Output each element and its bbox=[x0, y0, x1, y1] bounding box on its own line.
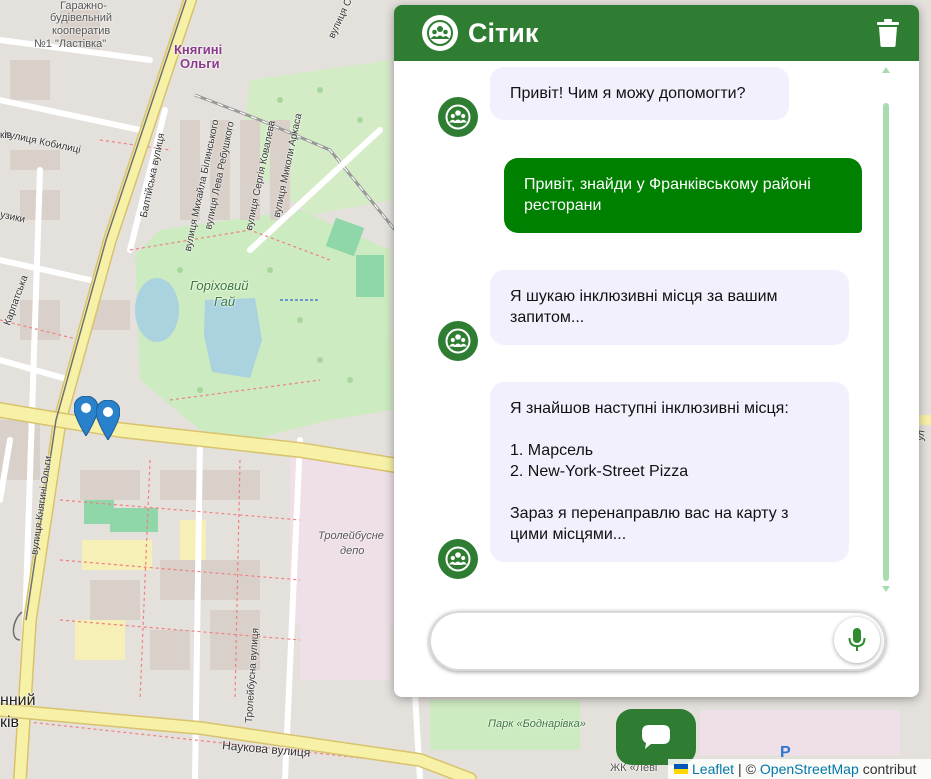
map-label-coop: кооператив bbox=[52, 25, 111, 37]
map-label-street: ків bbox=[0, 130, 12, 141]
chat-title: Сітик bbox=[468, 17, 539, 48]
message-line: Я знайшов наступні інклюзивні місця: bbox=[510, 400, 789, 417]
bot-avatar-icon bbox=[438, 321, 478, 361]
chat-input-container bbox=[429, 611, 886, 671]
map-label-coop: №1 "Ластівка" bbox=[34, 38, 107, 50]
chat-header: Сітик bbox=[394, 5, 919, 61]
map-label-district: нний bbox=[0, 692, 36, 709]
map-label-depot: депо bbox=[340, 545, 365, 557]
map-label-district: ків bbox=[0, 714, 20, 731]
leaflet-link[interactable]: Leaflet bbox=[692, 761, 734, 777]
chat-input[interactable] bbox=[447, 623, 831, 661]
message-line: 2. New-York-Street Pizza bbox=[510, 463, 689, 480]
chat-panel: Сітик Привіт! Чим я можу допомогти? Прив… bbox=[394, 5, 919, 697]
attribution-separator: | © bbox=[738, 761, 756, 777]
map-attribution: Leaflet | © OpenStreetMap contribut bbox=[668, 759, 931, 779]
message-list[interactable]: Привіт! Чим я можу допомогти? Привіт, зн… bbox=[394, 61, 919, 601]
scroll-up-arrow-icon[interactable] bbox=[882, 67, 890, 73]
map-label-kniahyni: Ольги bbox=[180, 56, 220, 71]
microphone-icon[interactable] bbox=[834, 617, 880, 663]
map-label-kniahyni: Княгині bbox=[174, 42, 223, 57]
bot-message: Привіт! Чим я можу допомогти? bbox=[490, 67, 789, 120]
message-line: Зараз я перенаправлю вас на карту з цими… bbox=[510, 505, 789, 543]
open-chat-button[interactable] bbox=[616, 709, 696, 765]
trash-icon[interactable] bbox=[873, 18, 903, 48]
message-line-blank bbox=[510, 482, 829, 503]
map-label-park: Гай bbox=[214, 294, 236, 309]
map-label-coop: будівельний bbox=[50, 12, 113, 24]
user-message: Привіт, знайди у Франківському районі ре… bbox=[504, 158, 862, 233]
message-text: Привіт, знайди у Франківському районі ре… bbox=[524, 176, 811, 214]
chat-bubble-icon bbox=[642, 725, 670, 749]
message-line: 1. Марсель bbox=[510, 442, 594, 459]
message-line-blank bbox=[510, 419, 829, 440]
map-label-park-bodnarivka: Парк «Боднарівка» bbox=[488, 718, 586, 730]
bot-message: Я знайшов наступні інклюзивні місця: 1. … bbox=[490, 382, 849, 562]
openstreetmap-link[interactable]: OpenStreetMap bbox=[760, 761, 859, 777]
ukraine-flag-icon bbox=[674, 764, 688, 774]
scroll-down-arrow-icon[interactable] bbox=[882, 586, 890, 592]
attribution-suffix: contribut bbox=[862, 761, 917, 777]
bot-avatar-icon bbox=[438, 539, 478, 579]
map-label-park: Горіховий bbox=[190, 278, 249, 293]
map-label-coop: Гаражно- bbox=[60, 0, 107, 12]
map-marker-pin-icon[interactable] bbox=[74, 396, 98, 436]
map-label-depot: Тролейбусне bbox=[318, 530, 384, 542]
people-group-icon bbox=[422, 15, 458, 51]
map-marker-pin-icon[interactable] bbox=[96, 400, 120, 440]
scrollbar[interactable] bbox=[882, 67, 890, 592]
message-text: Привіт! Чим я можу допомогти? bbox=[510, 85, 746, 102]
bot-message: Я шукаю інклюзивні місця за вашим запито… bbox=[490, 270, 849, 345]
message-text: Я шукаю інклюзивні місця за вашим запито… bbox=[510, 288, 778, 326]
bot-avatar-icon bbox=[438, 97, 478, 137]
scrollbar-thumb[interactable] bbox=[883, 103, 889, 581]
